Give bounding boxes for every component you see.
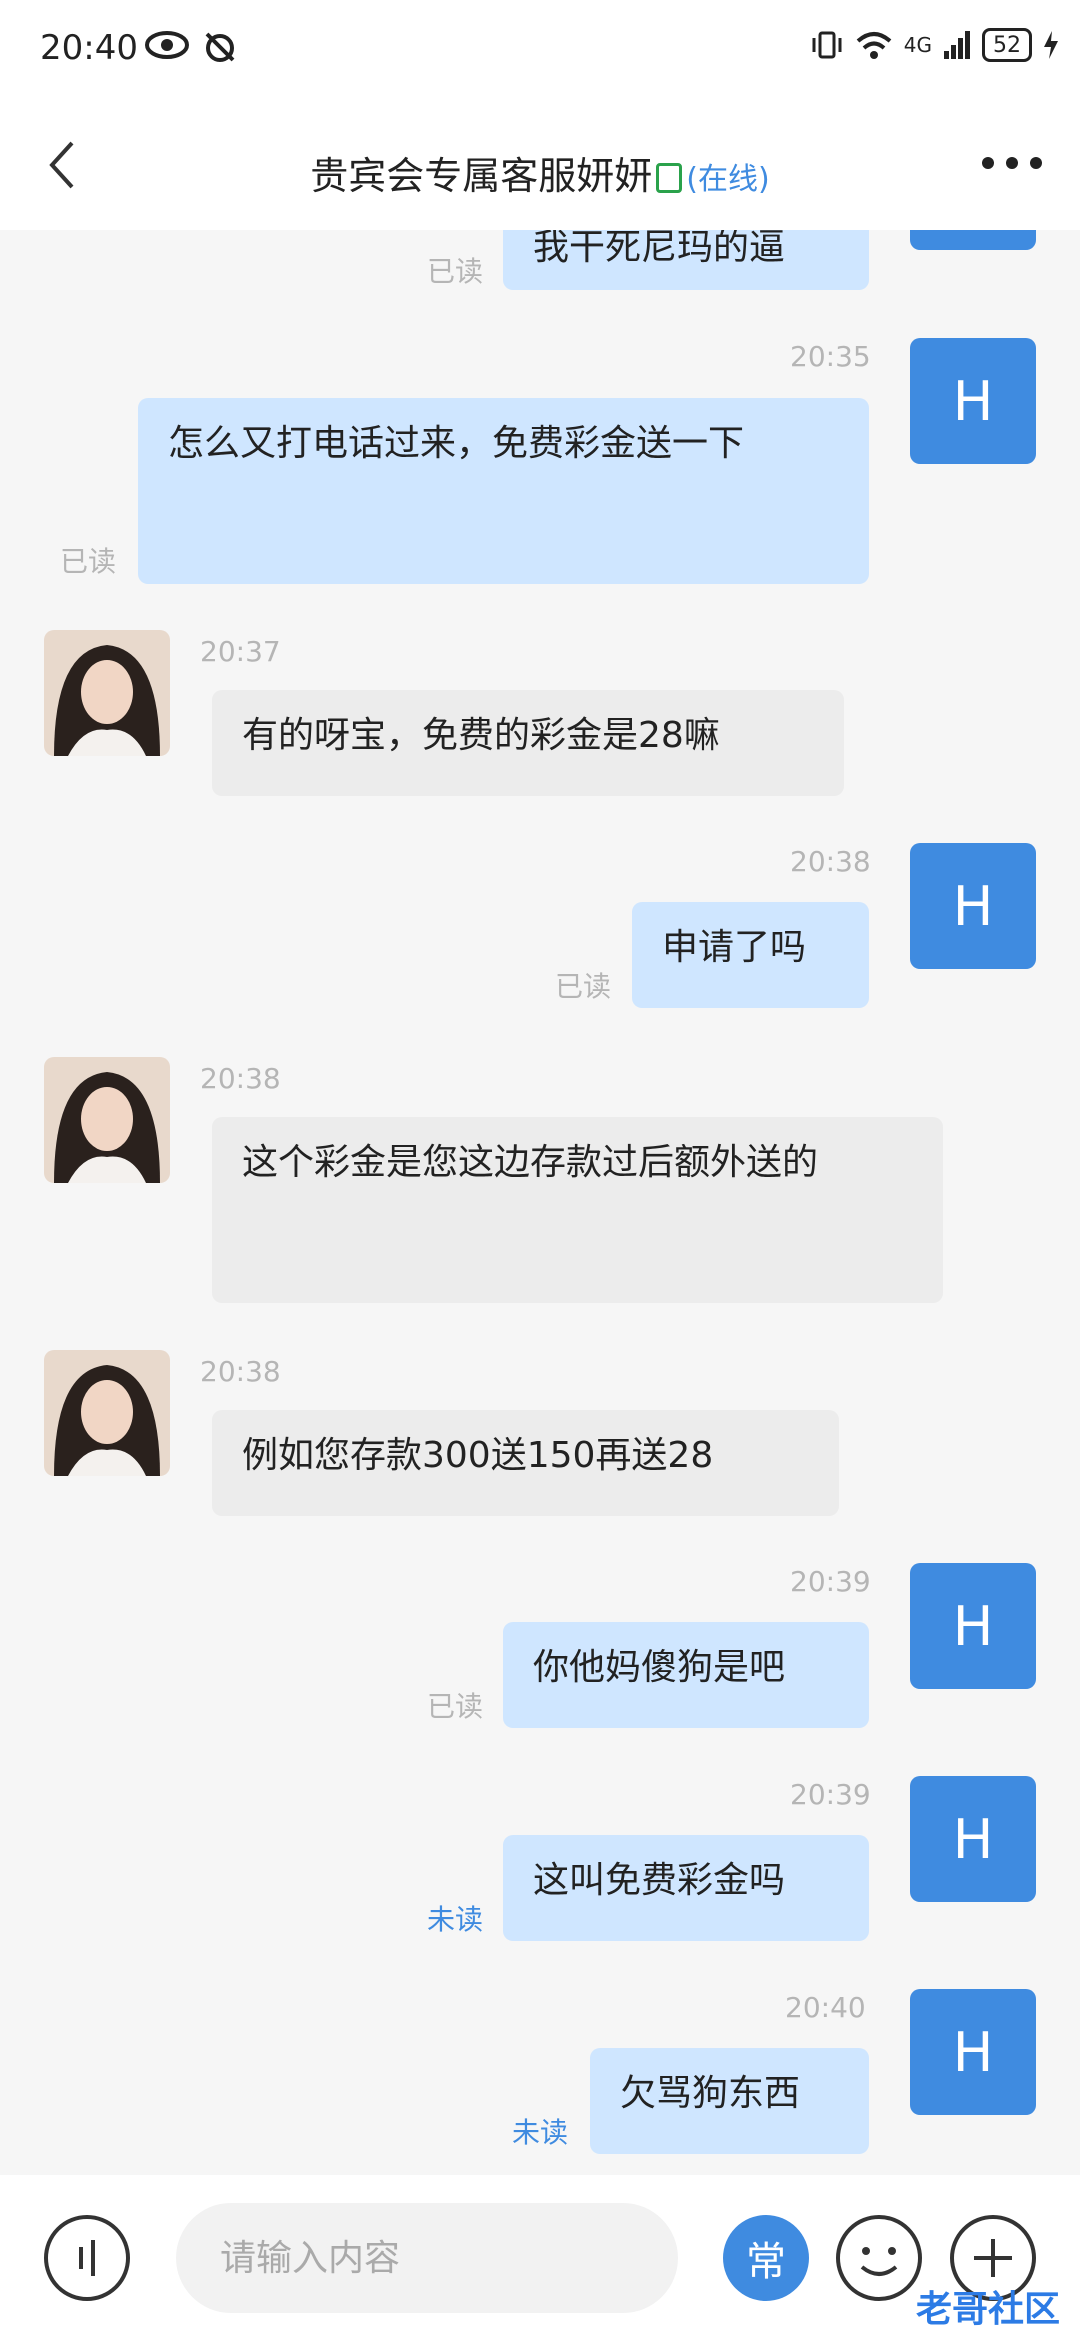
alarm-off-icon — [205, 32, 235, 62]
message-bubble[interactable]: 我干死尼玛的逼 — [503, 230, 869, 290]
read-status: 已读 — [427, 1690, 484, 1723]
message-text: 例如您存款300送150再送28 — [242, 1435, 714, 1476]
message-text: 你他妈傻狗是吧 — [533, 1647, 786, 1688]
more-options-button[interactable] — [982, 143, 1042, 183]
online-status: (在线) — [686, 162, 770, 197]
status-right-icons: 4G 52 — [810, 28, 1060, 62]
user-avatar[interactable]: H — [910, 843, 1036, 969]
user-avatar[interactable] — [910, 230, 1036, 250]
read-status: 未读 — [427, 1903, 484, 1936]
read-status: 已读 — [60, 545, 117, 578]
agent-photo-icon — [44, 630, 170, 756]
message-text: 这叫免费彩金吗 — [533, 1860, 786, 1901]
read-status: 已读 — [427, 255, 484, 288]
agent-avatar[interactable] — [44, 630, 170, 756]
status-bar: 20:40 4G 52 — [0, 0, 1080, 105]
vibrate-icon — [812, 31, 842, 59]
message-bubble[interactable]: 你他妈傻狗是吧 — [503, 1622, 869, 1728]
message-text: 怎么又打电话过来，免费彩金送一下 — [168, 423, 745, 464]
common-phrases-button[interactable]: 常 — [723, 2215, 809, 2301]
message-bubble[interactable]: 这叫免费彩金吗 — [503, 1835, 869, 1941]
agent-avatar[interactable] — [44, 1350, 170, 1476]
battery-level: 52 — [993, 32, 1021, 58]
message-time: 20:38 — [200, 1355, 281, 1388]
message-time: 20:39 — [790, 1778, 871, 1811]
user-avatar[interactable]: H — [910, 1776, 1036, 1902]
user-avatar[interactable]: H — [910, 338, 1036, 464]
avatar-letter: H — [952, 1807, 994, 1871]
avatar-letter: H — [952, 2020, 994, 2084]
input-bar: 常 老哥社区 — [0, 2175, 1080, 2340]
read-status: 未读 — [512, 2116, 569, 2149]
message-time: 20:39 — [790, 1565, 871, 1598]
message-time: 20:38 — [200, 1062, 281, 1095]
plus-icon — [974, 2239, 1012, 2277]
agent-avatar[interactable] — [44, 1057, 170, 1183]
message-bubble[interactable]: 欠骂狗东西 — [590, 2048, 869, 2154]
status-left-icons — [145, 30, 237, 64]
message-time: 20:35 — [790, 340, 871, 373]
smiley-icon — [860, 2247, 898, 2276]
message-time: 20:37 — [200, 635, 281, 668]
chat-header: 贵宾会专属客服妍妍 (在线) — [0, 105, 1080, 230]
message-text: 我干死尼玛的逼 — [533, 230, 786, 268]
eye-icon — [145, 31, 189, 59]
message-text: 这个彩金是您这边存款过后额外送的 — [242, 1142, 819, 1183]
chat-messages[interactable]: 我干死尼玛的逼 已读 20:35 H 怎么又打电话过来，免费彩金送一下 已读 2… — [0, 230, 1080, 2175]
agent-name: 贵宾会专属客服妍妍 — [310, 154, 653, 198]
message-bubble[interactable]: 有的呀宝，免费的彩金是28嘛 — [212, 690, 844, 796]
message-bubble[interactable]: 申请了吗 — [632, 902, 869, 1008]
user-avatar[interactable]: H — [910, 1989, 1036, 2115]
wifi-icon — [856, 32, 892, 59]
message-text: 有的呀宝，免费的彩金是28嘛 — [242, 715, 720, 756]
document-icon — [656, 163, 683, 193]
message-input[interactable] — [176, 2203, 678, 2313]
message-bubble[interactable]: 怎么又打电话过来，免费彩金送一下 — [138, 398, 869, 584]
status-time: 20:40 — [40, 28, 138, 68]
user-avatar[interactable]: H — [910, 1563, 1036, 1689]
agent-photo-icon — [44, 1057, 170, 1183]
voice-button[interactable] — [44, 2215, 130, 2301]
message-time: 20:40 — [785, 1991, 866, 2024]
network-type: 4G — [903, 33, 932, 57]
message-text: 申请了吗 — [662, 927, 807, 968]
message-time: 20:38 — [790, 845, 871, 878]
avatar-letter: H — [952, 1594, 994, 1658]
read-status: 已读 — [555, 970, 612, 1003]
battery-indicator: 52 — [982, 28, 1032, 62]
message-bubble[interactable]: 这个彩金是您这边存款过后额外送的 — [212, 1117, 943, 1303]
watermark-logo: 老哥社区 — [915, 2289, 1060, 2330]
message-bubble[interactable]: 例如您存款300送150再送28 — [212, 1410, 839, 1516]
common-phrases-label: 常 — [746, 2239, 786, 2285]
emoji-button[interactable] — [836, 2215, 922, 2301]
message-text: 欠骂狗东西 — [620, 2073, 801, 2114]
agent-photo-icon — [44, 1350, 170, 1476]
chat-title: 贵宾会专属客服妍妍 (在线) — [0, 145, 1080, 200]
charging-icon — [1044, 31, 1058, 59]
avatar-letter: H — [952, 369, 994, 433]
signal-icon — [944, 31, 970, 59]
avatar-letter: H — [952, 874, 994, 938]
